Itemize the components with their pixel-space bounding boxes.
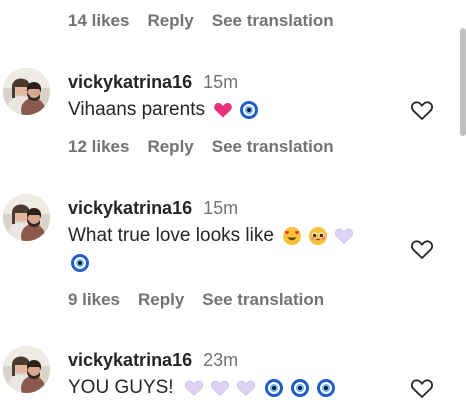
comment-body: What true love looks like [68,225,274,246]
light-purple-heart-emoji [184,378,204,398]
heart-eyes-emoji [282,226,302,246]
comment-meta-row: 14 likes Reply See translation [68,11,334,31]
comment-text: YOU GUYS! [68,377,336,399]
comment-header: vickykatrina16 15m [68,198,238,219]
light-purple-heart-emoji [236,378,256,398]
comment-body: Vihaans parents [68,99,205,120]
reply-button[interactable]: Reply [147,11,193,31]
light-purple-heart-emoji [334,226,354,246]
nazar-amulet-emoji [70,253,90,273]
comments-page: 14 likes Reply See translation vickykatr… [0,0,466,400]
avatar[interactable] [3,346,50,393]
comment-meta-row: 12 likes Reply See translation [68,137,334,157]
reply-button[interactable]: Reply [138,290,184,310]
avatar[interactable] [3,194,50,241]
comment-text: Vihaans parents [68,99,259,121]
see-translation-link[interactable]: See translation [212,11,334,31]
username[interactable]: vickykatrina16 [68,72,192,92]
comment-text: What true love looks like [68,225,354,247]
likes-count[interactable]: 9 likes [68,290,120,310]
light-purple-heart-emoji [210,378,230,398]
nazar-amulet-emoji [316,378,336,398]
timestamp[interactable]: 15m [203,72,238,92]
avatar[interactable] [3,68,50,115]
like-heart-icon[interactable] [410,377,434,399]
username[interactable]: vickykatrina16 [68,350,192,370]
username[interactable]: vickykatrina16 [68,198,192,218]
nazar-amulet-emoji [290,378,310,398]
comment-header: vickykatrina16 23m [68,350,238,371]
nazar-amulet-emoji [239,100,259,120]
timestamp[interactable]: 23m [203,350,238,370]
comment-body: YOU GUYS! [68,377,174,398]
comment-header: vickykatrina16 15m [68,72,238,93]
timestamp[interactable]: 15m [203,198,238,218]
like-heart-icon[interactable] [410,238,434,260]
comment-text-continued [68,253,90,273]
comment-meta-row: 9 likes Reply See translation [68,290,324,310]
reply-button[interactable]: Reply [147,137,193,157]
scrollbar[interactable] [460,28,466,136]
pink-heart-emoji [213,100,233,120]
likes-count[interactable]: 14 likes [68,11,129,31]
likes-count[interactable]: 12 likes [68,137,129,157]
see-translation-link[interactable]: See translation [212,137,334,157]
nazar-amulet-emoji [264,378,284,398]
pleading-face-emoji [308,226,328,246]
like-heart-icon[interactable] [410,99,434,121]
see-translation-link[interactable]: See translation [202,290,324,310]
